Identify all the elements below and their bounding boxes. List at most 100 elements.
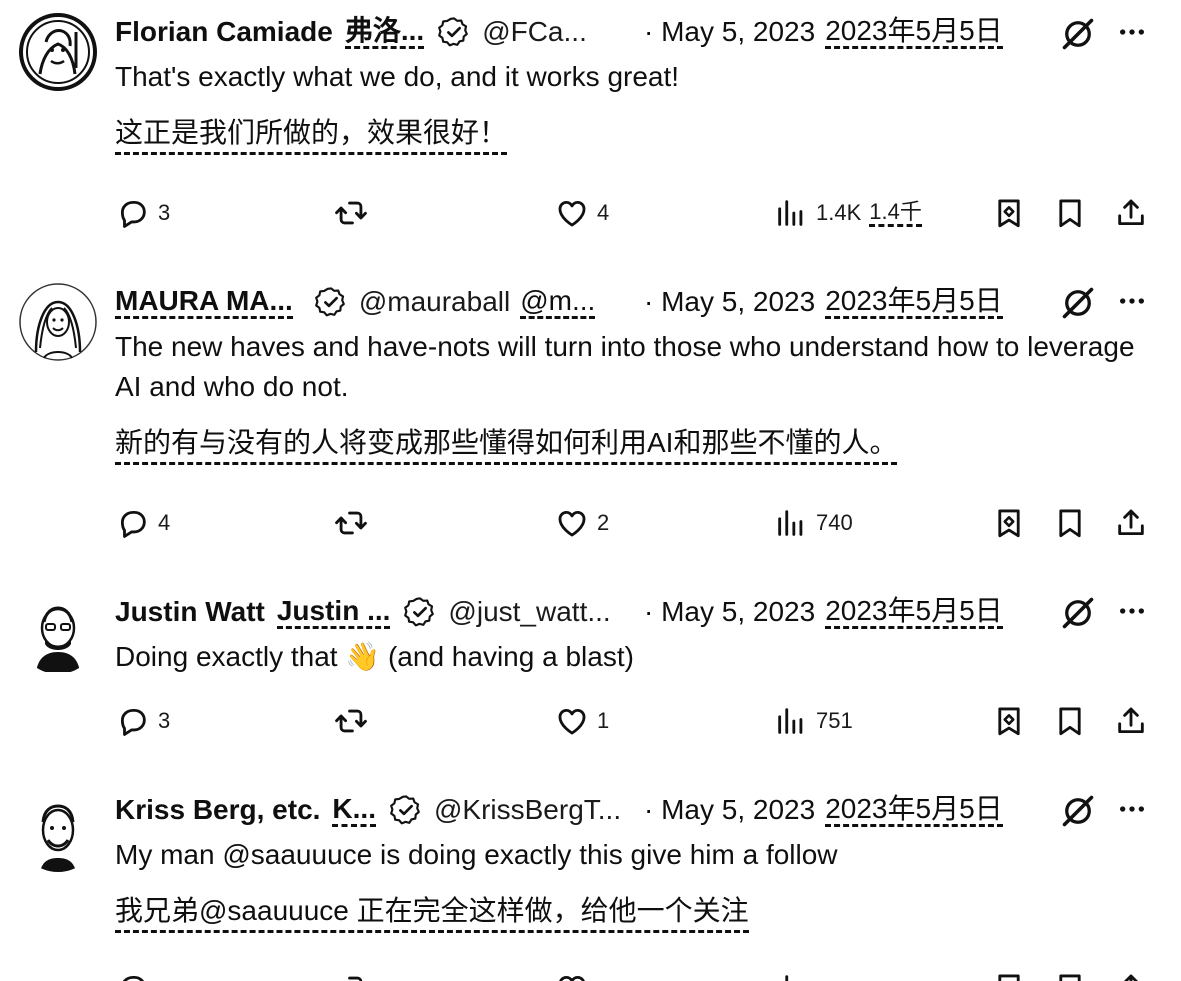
more-icon[interactable]: [1116, 285, 1148, 317]
translation-text: 我兄弟@saauuuce 正在完全这样做，给他一个关注: [115, 895, 749, 933]
views-icon: [774, 971, 808, 981]
like-button[interactable]: [555, 968, 589, 981]
view-count: 751: [816, 708, 853, 733]
reply-icon: [116, 506, 150, 540]
bookmark-button[interactable]: [1053, 701, 1087, 741]
avatar-image: [40, 804, 76, 872]
tweet-text: My man @saauuuce is doing exactly this g…: [115, 839, 838, 870]
action-bar-partial: [0, 968, 1181, 981]
bookmark-plus-icon: [992, 196, 1026, 230]
action-bar: 4 2 740: [0, 503, 1181, 543]
date-translation: 2023年5月5日: [825, 595, 1003, 629]
reply-icon: [116, 971, 150, 981]
like-button[interactable]: 1: [555, 701, 609, 741]
display-name[interactable]: Justin Watt: [115, 596, 265, 628]
views-button[interactable]: 740: [774, 503, 853, 543]
bookmark-icon: [1053, 704, 1087, 738]
display-name-translation: 弗洛...: [344, 15, 425, 49]
tweet-date: · May 5, 2023 2023年5月5日: [644, 592, 1003, 632]
share-icon: [1114, 704, 1148, 738]
tweet-date: · May 5, 2023 2023年5月5日: [644, 282, 1003, 322]
views-button[interactable]: 751: [774, 701, 853, 741]
reply-count: 3: [158, 200, 171, 225]
verified-icon: [438, 16, 470, 48]
share-button[interactable]: [1114, 193, 1148, 233]
bookmark-button[interactable]: [1053, 193, 1087, 233]
heart-icon: [555, 506, 589, 540]
date-translation: 2023年5月5日: [825, 15, 1003, 49]
save-button[interactable]: [992, 503, 1026, 543]
date-text[interactable]: · May 5, 2023: [644, 794, 815, 826]
display-name[interactable]: MAURA MA...: [115, 285, 293, 319]
retweet-button[interactable]: [334, 968, 368, 981]
share-button[interactable]: [1114, 503, 1148, 543]
heart-icon: [555, 196, 589, 230]
retweet-button[interactable]: [334, 701, 368, 741]
more-icon[interactable]: [1116, 793, 1148, 825]
reply-button[interactable]: [116, 968, 150, 981]
views-icon: [774, 196, 808, 230]
avatar[interactable]: [18, 792, 98, 872]
reply-button[interactable]: 3: [116, 701, 170, 741]
date-text[interactable]: · May 5, 2023: [644, 16, 815, 48]
reply-button[interactable]: 4: [116, 503, 170, 543]
grok-icon[interactable]: [1060, 16, 1096, 52]
avatar[interactable]: [18, 282, 98, 362]
bookmark-button[interactable]: [1053, 968, 1087, 981]
tweet-text: Doing exactly that 👋 (and having a blast…: [115, 641, 634, 672]
date-text[interactable]: · May 5, 2023: [644, 286, 815, 318]
views-button[interactable]: 1.4K 1.4千: [774, 193, 922, 233]
bookmark-icon: [1053, 506, 1087, 540]
views-button[interactable]: [774, 968, 808, 981]
bookmark-button[interactable]: [1053, 503, 1087, 543]
heart-icon: [555, 704, 589, 738]
share-button[interactable]: [1114, 701, 1148, 741]
verified-icon: [390, 794, 422, 826]
avatar-image: [19, 13, 97, 91]
save-button[interactable]: [992, 701, 1026, 741]
display-name[interactable]: Florian Camiade: [115, 16, 333, 48]
retweet-button[interactable]: [334, 193, 368, 233]
tweet-translation: 这正是我们所做的，效果很好！: [115, 114, 508, 155]
share-icon: [1114, 196, 1148, 230]
view-count-translation: 1.4千: [869, 199, 922, 227]
retweet-icon: [334, 196, 368, 230]
user-handle[interactable]: @KrissBergT...: [434, 794, 621, 826]
grok-icon[interactable]: [1060, 793, 1096, 829]
views-icon: [774, 704, 808, 738]
views-icon: [774, 506, 808, 540]
bookmark-plus-icon: [992, 971, 1026, 981]
retweet-button[interactable]: [334, 503, 368, 543]
like-count: 1: [597, 708, 610, 733]
display-name-translation: Justin ...: [276, 595, 391, 629]
display-name[interactable]: Kriss Berg, etc.: [115, 794, 320, 826]
reply-count: 4: [158, 510, 171, 535]
verified-icon: [315, 286, 347, 318]
tweet-translation: 新的有与没有的人将变成那些懂得如何利用AI和那些不懂的人。: [115, 424, 898, 465]
retweet-icon: [334, 704, 368, 738]
tweet-translation: 我兄弟@saauuuce 正在完全这样做，给他一个关注: [115, 892, 749, 933]
tweet-text: That's exactly what we do, and it works …: [115, 61, 680, 92]
bookmark-plus-icon: [992, 704, 1026, 738]
save-button[interactable]: [992, 968, 1026, 981]
user-handle[interactable]: @just_watt...: [448, 596, 610, 628]
grok-icon[interactable]: [1060, 595, 1096, 631]
date-text[interactable]: · May 5, 2023: [644, 596, 815, 628]
retweet-icon: [334, 506, 368, 540]
share-button[interactable]: [1114, 968, 1148, 981]
user-handle[interactable]: @mauraball: [359, 286, 510, 318]
avatar[interactable]: [18, 12, 98, 92]
action-bar: 3 4 1.4K 1.4千: [0, 193, 1181, 233]
reply-icon: [116, 196, 150, 230]
reply-button[interactable]: 3: [116, 193, 170, 233]
bookmark-plus-icon: [992, 506, 1026, 540]
user-handle[interactable]: @FCa...: [482, 16, 587, 48]
like-button[interactable]: 2: [555, 503, 609, 543]
like-button[interactable]: 4: [555, 193, 609, 233]
more-icon[interactable]: [1116, 595, 1148, 627]
save-button[interactable]: [992, 193, 1026, 233]
grok-icon[interactable]: [1060, 285, 1096, 321]
avatar[interactable]: [18, 594, 98, 674]
display-name-translation: K...: [332, 793, 376, 827]
more-icon[interactable]: [1116, 16, 1148, 48]
